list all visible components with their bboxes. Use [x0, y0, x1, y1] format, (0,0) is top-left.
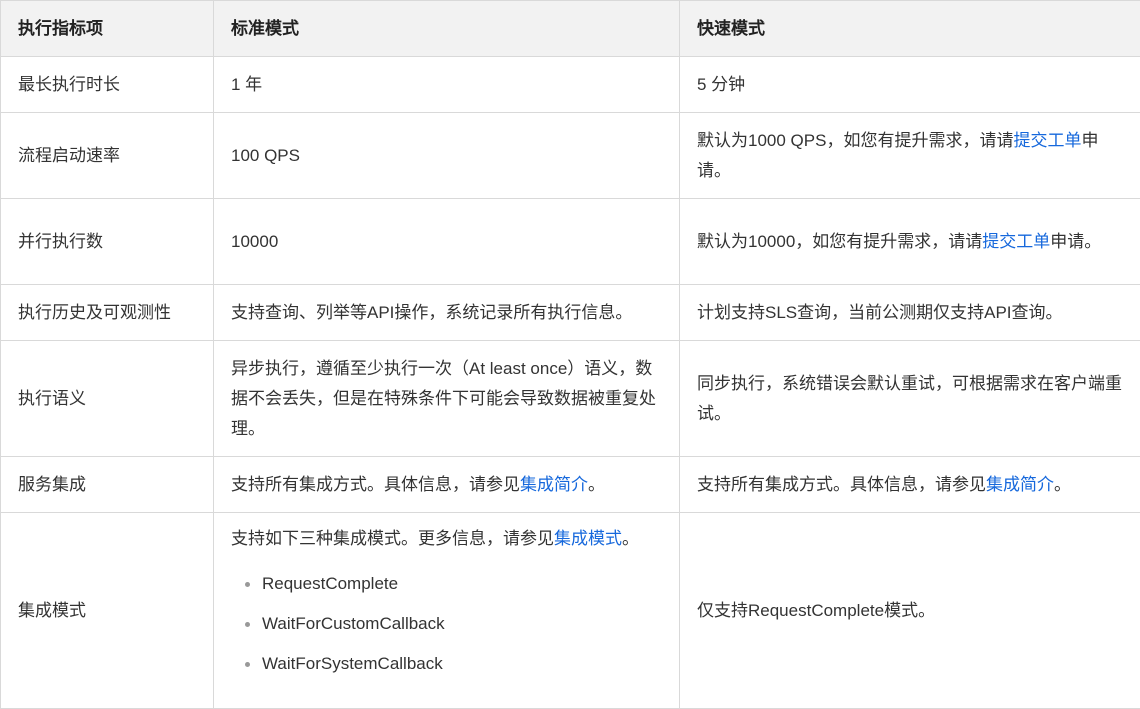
standard-text: 支持所有集成方式。具体信息，请参见 — [231, 475, 520, 494]
express-cell: 默认为1000 QPS，如您有提升需求，请请提交工单申请。 — [680, 113, 1140, 199]
express-text-suffix: 。 — [1054, 475, 1071, 494]
integration-mode-intro: 支持如下三种集成模式。更多信息，请参见集成模式。 — [231, 524, 663, 554]
express-cell: 计划支持SLS查询，当前公测期仅支持API查询。 — [680, 285, 1140, 341]
standard-text: 支持如下三种集成模式。更多信息，请参见 — [231, 529, 554, 548]
submit-ticket-link[interactable]: 提交工单 — [982, 232, 1050, 251]
table-row: 执行语义 异步执行，遵循至少执行一次（At least once）语义，数据不会… — [1, 341, 1140, 457]
standard-cell: 支持查询、列举等API操作，系统记录所有执行信息。 — [214, 285, 680, 341]
integration-intro-link[interactable]: 集成简介 — [986, 475, 1054, 494]
express-cell: 仅支持RequestComplete模式。 — [680, 513, 1140, 709]
express-cell: 同步执行，系统错误会默认重试，可根据需求在客户端重试。 — [680, 341, 1140, 457]
bullet-icon — [245, 622, 250, 627]
metric-cell: 流程启动速率 — [1, 113, 214, 199]
metric-cell: 集成模式 — [1, 513, 214, 709]
standard-cell: 100 QPS — [214, 113, 680, 199]
metric-cell: 执行历史及可观测性 — [1, 285, 214, 341]
standard-text-suffix: 。 — [588, 475, 605, 494]
table-row: 服务集成 支持所有集成方式。具体信息，请参见集成简介。 支持所有集成方式。具体信… — [1, 457, 1140, 513]
express-cell: 默认为10000，如您有提升需求，请请提交工单申请。 — [680, 199, 1140, 285]
list-item-label: WaitForSystemCallback — [262, 654, 443, 673]
bullet-icon — [245, 582, 250, 587]
integration-mode-list: RequestComplete WaitForCustomCallback Wa… — [231, 564, 663, 684]
standard-cell: 支持如下三种集成模式。更多信息，请参见集成模式。 RequestComplete… — [214, 513, 680, 709]
comparison-table: 执行指标项 标准模式 快速模式 最长执行时长 1 年 5 分钟 流程启动速率 1… — [0, 0, 1140, 709]
header-standard-mode: 标准模式 — [214, 1, 680, 57]
table-row: 集成模式 支持如下三种集成模式。更多信息，请参见集成模式。 RequestCom… — [1, 513, 1140, 709]
standard-cell: 异步执行，遵循至少执行一次（At least once）语义，数据不会丢失，但是… — [214, 341, 680, 457]
express-text: 支持所有集成方式。具体信息，请参见 — [697, 475, 986, 494]
standard-cell: 支持所有集成方式。具体信息，请参见集成简介。 — [214, 457, 680, 513]
express-text: 默认为10000，如您有提升需求，请请 — [697, 232, 982, 251]
integration-mode-link[interactable]: 集成模式 — [554, 529, 622, 548]
list-item: RequestComplete — [245, 564, 663, 604]
table-header-row: 执行指标项 标准模式 快速模式 — [1, 1, 1140, 57]
metric-cell: 最长执行时长 — [1, 57, 214, 113]
header-metric: 执行指标项 — [1, 1, 214, 57]
metric-cell: 执行语义 — [1, 341, 214, 457]
metric-cell: 服务集成 — [1, 457, 214, 513]
express-cell: 5 分钟 — [680, 57, 1140, 113]
list-item: WaitForSystemCallback — [245, 644, 663, 684]
table-row: 流程启动速率 100 QPS 默认为1000 QPS，如您有提升需求，请请提交工… — [1, 113, 1140, 199]
list-item-label: RequestComplete — [262, 574, 398, 593]
standard-cell: 10000 — [214, 199, 680, 285]
integration-intro-link[interactable]: 集成简介 — [520, 475, 588, 494]
express-text: 默认为1000 QPS，如您有提升需求，请请 — [697, 131, 1013, 150]
metric-cell: 并行执行数 — [1, 199, 214, 285]
table-row: 并行执行数 10000 默认为10000，如您有提升需求，请请提交工单申请。 — [1, 199, 1140, 285]
bullet-icon — [245, 662, 250, 667]
table-row: 最长执行时长 1 年 5 分钟 — [1, 57, 1140, 113]
list-item-label: WaitForCustomCallback — [262, 614, 445, 633]
header-express-mode: 快速模式 — [680, 1, 1140, 57]
express-cell: 支持所有集成方式。具体信息，请参见集成简介。 — [680, 457, 1140, 513]
standard-text-suffix: 。 — [622, 529, 639, 548]
standard-cell: 1 年 — [214, 57, 680, 113]
express-text-suffix: 申请。 — [1050, 232, 1101, 251]
list-item: WaitForCustomCallback — [245, 604, 663, 644]
table-row: 执行历史及可观测性 支持查询、列举等API操作，系统记录所有执行信息。 计划支持… — [1, 285, 1140, 341]
submit-ticket-link[interactable]: 提交工单 — [1013, 131, 1081, 150]
